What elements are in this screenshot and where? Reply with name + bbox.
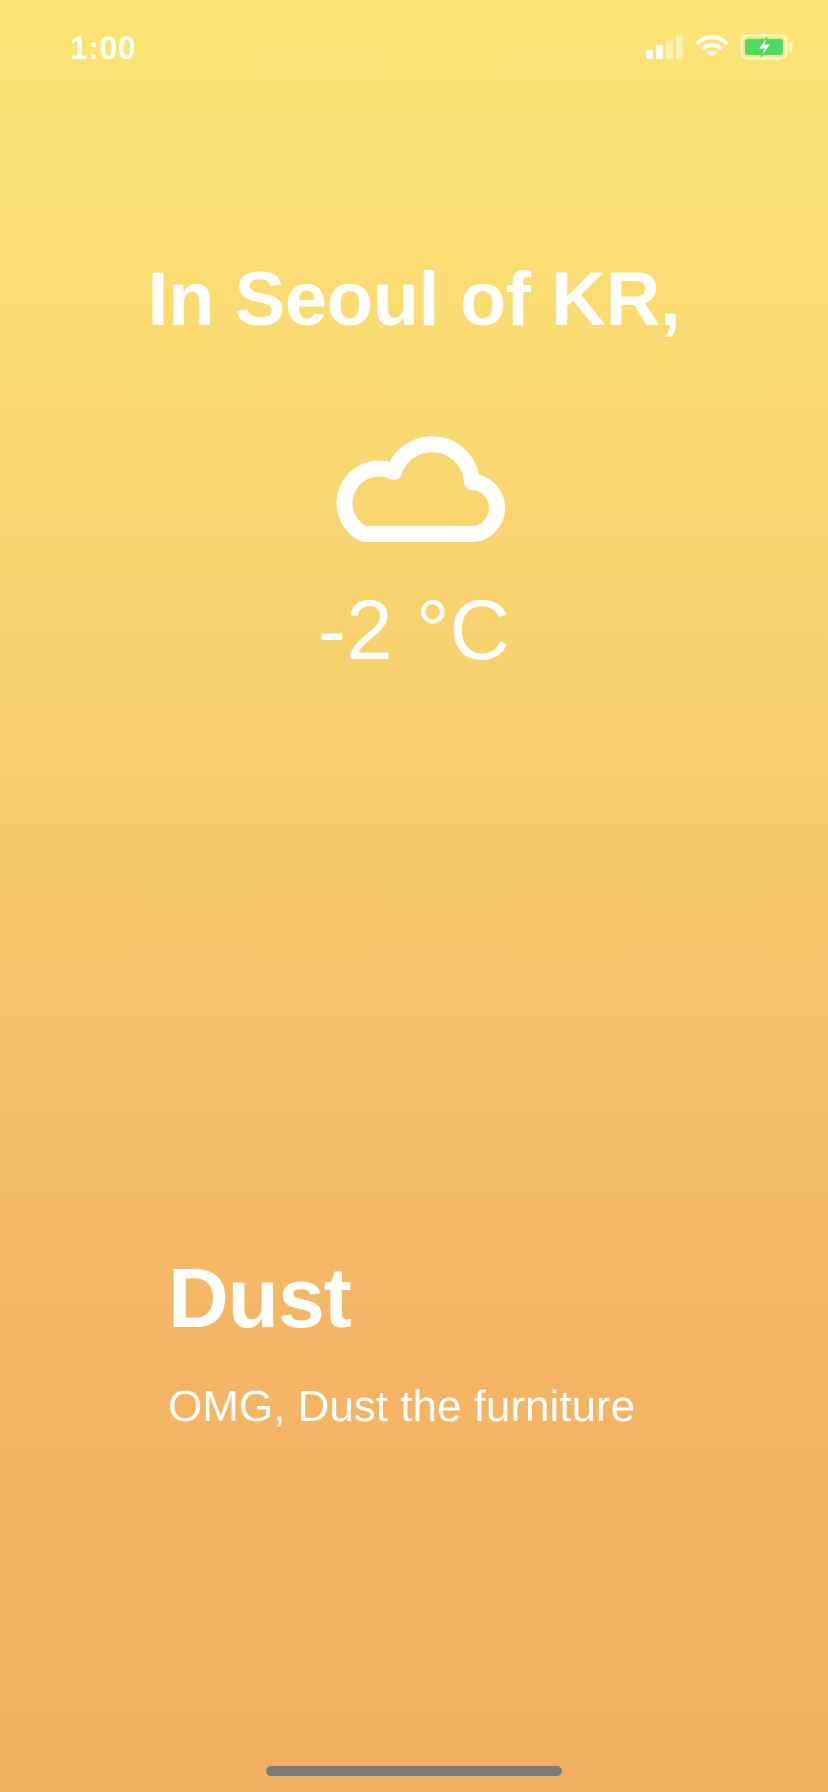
weather-screen: 1:00 In Seoul of KR, -2 °C Dust OMG, Dus… <box>0 0 828 1792</box>
home-indicator[interactable] <box>266 1766 562 1776</box>
status-icons <box>644 34 794 60</box>
cellular-signal-icon <box>646 35 683 59</box>
wifi-icon <box>696 35 728 57</box>
status-time: 1:00 <box>70 30 137 66</box>
status-bar: 1:00 <box>0 0 828 100</box>
city-title: In Seoul of KR, <box>147 257 681 342</box>
condition-title: Dust <box>168 1251 352 1345</box>
battery-charging-icon <box>740 34 793 60</box>
temperature: -2 °C <box>317 583 511 677</box>
condition-message: OMG, Dust the furniture <box>168 1382 636 1431</box>
cloud-icon <box>336 436 505 542</box>
